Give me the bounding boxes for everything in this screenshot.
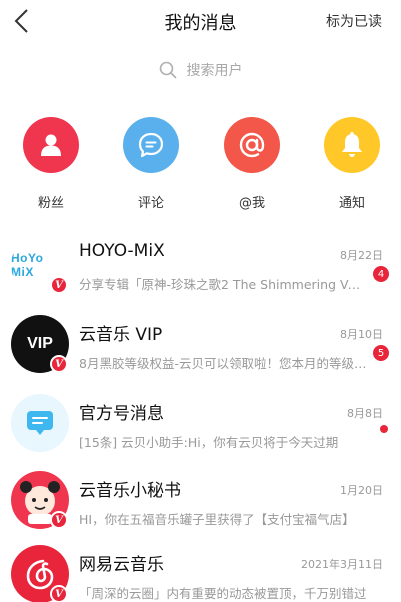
message-row-netease[interactable]: V 网易云音乐 2021年3月11日 「周深的云圈」内有重要的动态被置顶，千万别… [0,545,401,602]
message-preview: HI，你在五福音乐罐子里获得了【支付宝福气店】 [79,512,355,527]
message-preview: 8月黑胶等级权益-云贝可以领取啦！您本月的等级权益已到账 [79,356,367,371]
message-box-icon [27,411,53,435]
person-icon [23,117,79,173]
message-row-official[interactable]: 官方号消息 8月8日 [15条] 云贝小助手:Hi，你有云贝将于今天过期 [0,394,401,472]
avatar [11,394,69,452]
category-notifications[interactable]: 通知 [322,117,382,211]
mark-read-button[interactable]: 标为已读 [326,11,382,31]
search-icon [159,61,176,79]
category-label: 评论 [137,196,164,211]
category-label: @我 [238,196,265,211]
search-placeholder: 搜索用户 [186,63,243,79]
at-icon [224,117,280,173]
category-label: 通知 [338,196,365,211]
message-sender: 网易云音乐 [79,555,164,575]
message-sender: HOYO-MiX [79,241,165,261]
message-date: 1月20日 [340,484,383,497]
category-label: 粉丝 [37,196,64,211]
verified-badge: V [50,585,68,602]
unread-count-badge: 5 [373,345,389,361]
message-date: 8月10日 [340,328,383,341]
verified-badge: V [50,355,68,373]
message-row-vip[interactable]: VIP V 云音乐 VIP 8月10日 8月黑胶等级权益-云贝可以领取啦！您本月… [0,315,401,393]
message-date: 8月8日 [347,407,383,420]
message-preview: [15条] 云贝小助手:Hi，你有云贝将于今天过期 [79,435,339,450]
unread-dot [380,425,388,433]
message-sender: 云音乐小秘书 [79,481,181,501]
header: 我的消息 标为已读 [0,0,401,40]
category-mentions[interactable]: @我 [222,117,282,211]
unread-count-badge: 4 [373,266,389,282]
category-fans[interactable]: 粉丝 [21,117,81,211]
message-date: 2021年3月11日 [301,558,383,571]
message-preview: 分享专辑「原神-珍珠之歌2 The Shimmering Voyage」 [79,277,367,292]
bell-icon [324,117,380,173]
search-bar[interactable]: 搜索用户 [0,58,401,82]
message-date: 8月22日 [340,249,383,262]
message-sender: 云音乐 VIP [79,325,163,345]
message-row-secretary[interactable]: V 云音乐小秘书 1月20日 HI，你在五福音乐罐子里获得了【支付宝福气店】 [0,471,401,549]
comment-icon [123,117,179,173]
category-comments[interactable]: 评论 [121,117,181,211]
verified-badge: V [50,276,68,294]
message-row-hoyomix[interactable]: HoYo MiX V HOYO-MiX 8月22日 分享专辑「原神-珍珠之歌2 … [0,236,401,314]
verified-badge: V [50,511,68,529]
message-preview: 「周深的云圈」内有重要的动态被置顶，千万别错过 [79,586,367,601]
message-sender: 官方号消息 [79,404,164,424]
